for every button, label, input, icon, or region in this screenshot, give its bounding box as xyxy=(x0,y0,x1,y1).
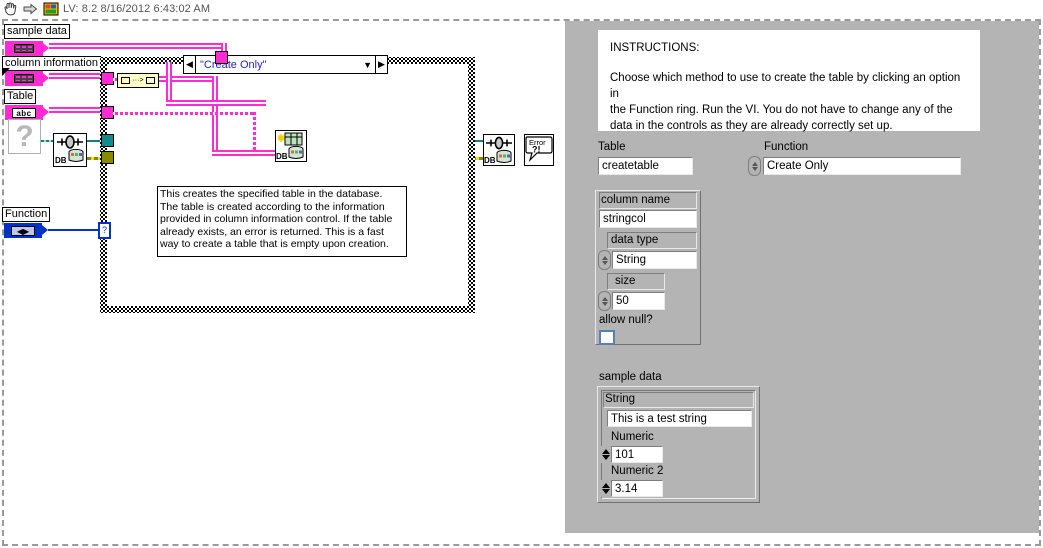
data-type-label: data type xyxy=(611,234,659,246)
instructions-box: INSTRUCTIONS: Choose which method to use… xyxy=(598,30,980,132)
svg-text:DB: DB xyxy=(276,152,288,161)
instructions-line: the Function ring. Run the VI. You do no… xyxy=(610,104,953,116)
comment-line: This creates the specified table in the … xyxy=(160,188,383,200)
db-create-table-node[interactable]: DB xyxy=(275,130,307,162)
title-bar: LV: 8.2 8/16/2012 6:43:02 AM xyxy=(0,0,1043,17)
cluster-glyph-icon xyxy=(14,44,34,53)
wire-function-enum xyxy=(48,229,102,231)
hand-cursor-icon[interactable] xyxy=(3,1,18,16)
terminal-function[interactable]: ◀▶ xyxy=(4,223,42,238)
spinner-down-icon[interactable] xyxy=(601,301,608,306)
allow-null-label: allow null? xyxy=(599,314,653,326)
sample-data-label: sample data xyxy=(599,371,662,383)
wire-node-out-v xyxy=(212,76,218,156)
allow-null-checkbox[interactable] xyxy=(599,330,615,345)
labview-window: LV: 8.2 8/16/2012 6:43:02 AM sample data… xyxy=(0,0,1043,548)
unknown-refnum-icon: ? xyxy=(8,119,41,154)
spinner-up-icon[interactable] xyxy=(751,161,758,166)
case-selector-terminal[interactable]: ? xyxy=(98,222,111,239)
label-column-information: column information xyxy=(2,56,101,71)
terminal-table[interactable]: abc xyxy=(5,105,43,120)
array-in-icon xyxy=(121,77,131,84)
comment-line: provided in column information control. … xyxy=(160,213,393,226)
instructions-line: Choose which method to use to create the… xyxy=(610,72,961,100)
terminal-corner-marker xyxy=(2,68,10,76)
string-abc-icon: abc xyxy=(12,107,36,118)
tunnel-sample-data[interactable] xyxy=(215,51,228,64)
cluster-glyph-icon xyxy=(14,74,34,83)
window-title: LV: 8.2 8/16/2012 6:43:02 AM xyxy=(63,2,211,15)
db-open-connection-node[interactable]: DB xyxy=(53,133,87,167)
stepper-down-icon[interactable] xyxy=(601,455,610,460)
stepper-down-icon[interactable] xyxy=(601,489,610,494)
label-function: Function xyxy=(2,207,51,222)
wire-table-inner-h xyxy=(110,112,256,115)
numeric-2-stepper[interactable] xyxy=(601,480,610,497)
comment-line: already exists, an error is returned. Th… xyxy=(160,225,384,238)
instructions-heading: INSTRUCTIONS: xyxy=(610,42,700,54)
data-type-value[interactable]: String xyxy=(612,251,697,269)
wire-column-info-h xyxy=(49,73,107,79)
arrow-dots-icon: ···> xyxy=(132,77,144,84)
table-input[interactable]: createtable xyxy=(598,157,693,175)
svg-text:?!: ?! xyxy=(532,145,541,155)
function-ring-spinner[interactable] xyxy=(748,156,761,176)
instructions-line: data in the controls as they are already… xyxy=(610,120,893,132)
svg-text:DB: DB xyxy=(55,156,67,165)
wire-sample-data-h xyxy=(49,43,227,49)
label-sample-data: sample data xyxy=(4,24,70,39)
numeric-2-label: Numeric 2 xyxy=(611,465,664,477)
case-next-icon[interactable]: ▶ xyxy=(375,56,387,73)
diagram-comment: This creates the specified table in the … xyxy=(157,186,407,257)
comment-line: way to create a table that is empty upon… xyxy=(160,238,389,251)
wire-sampledata-inner-h xyxy=(166,100,266,106)
cluster-out-icon xyxy=(145,77,155,84)
spinner-up-icon[interactable] xyxy=(601,255,608,260)
case-prev-icon[interactable]: ◀ xyxy=(184,56,196,73)
string-label: String xyxy=(605,393,636,405)
data-type-spinner[interactable] xyxy=(598,250,611,270)
numeric-stepper[interactable] xyxy=(601,446,610,463)
wire-table-h xyxy=(49,107,107,113)
stepper-up-icon[interactable] xyxy=(601,449,610,454)
db-close-connection-node[interactable]: DB xyxy=(483,134,515,166)
array-to-cluster-node[interactable]: ···> xyxy=(117,73,159,88)
stepper-up-icon[interactable] xyxy=(601,483,610,488)
spinner-down-icon[interactable] xyxy=(601,260,608,265)
numeric-2-input[interactable]: 3.14 xyxy=(611,480,663,497)
comment-line: The table is created according to the in… xyxy=(160,200,385,213)
tunnel-error[interactable] xyxy=(101,151,114,164)
terminal-column-information[interactable] xyxy=(5,71,43,86)
label-table: Table xyxy=(4,89,37,104)
svg-text:DB: DB xyxy=(484,156,496,165)
column-name-input[interactable]: stringcol xyxy=(599,210,697,228)
run-arrow-icon[interactable] xyxy=(23,2,38,16)
tunnel-refnum[interactable] xyxy=(101,134,114,147)
wire-table-inner-v xyxy=(253,112,256,150)
table-control-label: Table xyxy=(598,141,626,153)
size-input[interactable]: 50 xyxy=(612,292,665,310)
function-control-label: Function xyxy=(764,141,809,153)
simple-error-handler-node[interactable]: Error ?! xyxy=(524,134,554,166)
size-spinner[interactable] xyxy=(598,291,611,311)
chevron-down-icon[interactable]: ▼ xyxy=(363,60,375,70)
enum-glyph-icon: ◀▶ xyxy=(11,225,35,236)
case-selector[interactable]: ◀ "Create Only" ▼ ▶ xyxy=(183,55,388,74)
numeric-input[interactable]: 101 xyxy=(611,446,663,463)
numeric-label: Numeric xyxy=(611,431,654,443)
column-name-label-top: column name xyxy=(601,194,671,206)
spinner-down-icon[interactable] xyxy=(751,166,758,171)
labview-icon[interactable] xyxy=(43,2,59,16)
terminal-sample-data[interactable] xyxy=(5,41,43,56)
size-label: size xyxy=(615,275,636,287)
spinner-up-icon[interactable] xyxy=(601,296,608,301)
case-structure[interactable] xyxy=(100,57,475,313)
string-input[interactable]: This is a test string xyxy=(607,410,752,427)
function-ring-value[interactable]: Create Only xyxy=(763,157,961,175)
